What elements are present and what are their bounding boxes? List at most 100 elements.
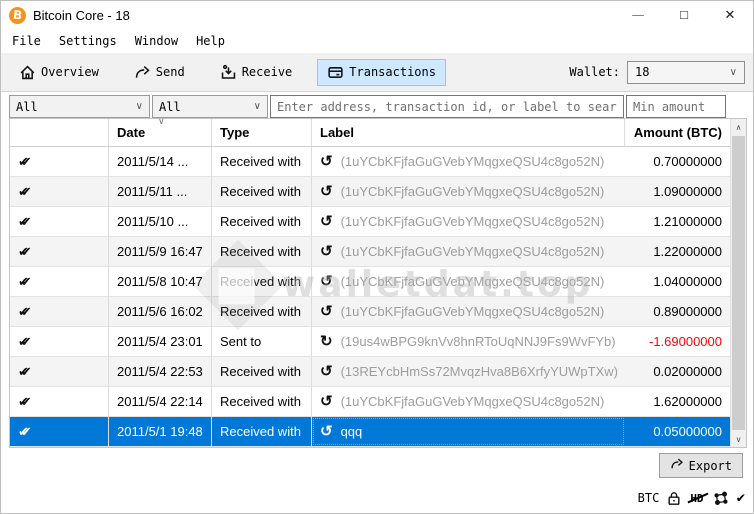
tx-type: Received with (212, 387, 312, 416)
tx-type: Received with (212, 267, 312, 296)
table-row[interactable]: ✔✔ 2011/5/14 ... Received with ↺(1uYCbKF… (10, 147, 730, 177)
wallet-selector[interactable]: 18 ∨ (627, 61, 745, 84)
tx-label: qqq (341, 424, 363, 439)
menu-window[interactable]: Window (126, 31, 187, 51)
tx-date: 2011/5/1 19:48 (109, 417, 212, 446)
tx-type: Received with (212, 297, 312, 326)
column-header-type[interactable]: Type (212, 119, 312, 146)
wallet-selected-value: 18 (635, 65, 649, 79)
tx-type: Received with (212, 177, 312, 206)
table-row[interactable]: ✔✔ 2011/5/8 10:47 Received with ↺ (1uYCbK… (10, 267, 730, 297)
column-header-label[interactable]: Label (312, 119, 625, 146)
type-filter-dropdown[interactable]: All ∨ (152, 95, 268, 118)
tab-receive-label: Receive (242, 65, 293, 79)
table-row[interactable]: ✔✔ 2011/5/11 ... Received with ↺(1uYCbKF… (10, 177, 730, 207)
table-row-selected[interactable]: ✔✔ 2011/5/1 19:48 Received with ↺qqq 0.0… (10, 417, 730, 447)
network-connections-icon[interactable] (713, 491, 729, 506)
scroll-up-icon[interactable]: ∧ (731, 119, 746, 135)
min-amount-input[interactable] (626, 95, 726, 118)
export-arrow-icon (670, 457, 684, 474)
tab-overview[interactable]: Overview (9, 59, 109, 86)
menu-file[interactable]: File (3, 31, 50, 51)
tx-type: Received with (212, 147, 312, 176)
close-button[interactable]: ✕ (707, 1, 753, 29)
confirmed-icon: ✔✔ (18, 274, 38, 290)
search-input[interactable] (270, 95, 624, 118)
tx-label: (1uYCbKFjfaGuGVebYMqgxeQSU4c8go52N) (341, 154, 605, 169)
tx-label: (1uYCbKFjfaGuGVebYMqgxeQSU4c8go52N) (341, 214, 605, 229)
lock-icon[interactable] (667, 491, 681, 506)
scroll-down-icon[interactable]: ∨ (731, 431, 746, 447)
confirmed-icon: ✔✔ (18, 154, 38, 170)
tx-date: 2011/5/8 10:47 (109, 267, 212, 296)
confirmed-icon: ✔✔ (18, 184, 38, 200)
menu-help[interactable]: Help (187, 31, 234, 51)
status-bar: BTC HD ✔ (638, 490, 745, 506)
received-icon: ↺ (320, 214, 333, 229)
minimize-button[interactable]: — (615, 1, 661, 29)
table-row[interactable]: ✔✔ 2011/5/4 22:14 Received with ↺(1uYCbK… (10, 387, 730, 417)
table-row[interactable]: ✔✔ 2011/5/4 23:01 Sent to ↻(19us4wBPG9kn… (10, 327, 730, 357)
table-row[interactable]: ✔✔ 2011/5/6 16:02 Received with ↺(1uYCbK… (10, 297, 730, 327)
tx-type: Sent to (212, 327, 312, 356)
tab-transactions[interactable]: Transactions (317, 59, 446, 86)
type-filter-value: All (159, 100, 181, 114)
tab-receive[interactable]: Receive (210, 59, 303, 86)
received-icon: ↺ (320, 244, 333, 259)
toolbar: Overview Send Receive T (1, 53, 753, 92)
tx-amount: 1.04000000 (653, 274, 722, 289)
sort-indicator-icon: ∨ (158, 117, 165, 127)
window-title: Bitcoin Core - 18 (33, 8, 130, 23)
date-filter-value: All (16, 100, 38, 114)
tx-amount: 1.62000000 (653, 394, 722, 409)
tab-overview-label: Overview (41, 65, 99, 79)
tx-date: 2011/5/11 ... (109, 177, 212, 206)
title-bar: B Bitcoin Core - 18 — □ ✕ (1, 1, 753, 29)
send-arrow-icon (134, 64, 151, 81)
hd-disabled-icon[interactable]: HD (689, 492, 704, 505)
menu-bar: File Settings Window Help (1, 29, 753, 53)
confirmed-icon: ✔✔ (18, 334, 38, 350)
tab-transactions-label: Transactions (349, 65, 436, 79)
tx-date: 2011/5/9 16:47 (109, 237, 212, 266)
tx-date: 2011/5/10 ... (109, 207, 212, 236)
tx-amount: 1.22000000 (653, 244, 722, 259)
table-row[interactable]: ✔✔ 2011/5/4 22:53 Received with ↺(13REYc… (10, 357, 730, 387)
confirmed-icon: ✔✔ (18, 214, 38, 230)
tx-date: 2011/5/4 22:53 (109, 357, 212, 386)
tx-amount: 0.02000000 (653, 364, 722, 379)
tab-send[interactable]: Send (124, 59, 195, 86)
transactions-table: Date Type Label Amount (BTC) ∨ ✔✔ 2011/5… (9, 118, 747, 448)
menu-settings[interactable]: Settings (50, 31, 126, 51)
scrollbar-thumb[interactable] (732, 136, 745, 430)
tx-label: (13REYcbHmSs72MvqzHva8B6XrfyYUWpTXw) (341, 364, 618, 379)
export-button[interactable]: Export (659, 453, 743, 478)
table-row[interactable]: ✔✔ 2011/5/9 16:47 Received with ↺(1uYCbK… (10, 237, 730, 267)
table-body: ✔✔ 2011/5/14 ... Received with ↺ (1uYCbKF… (10, 147, 746, 447)
table-header-row: Date Type Label Amount (BTC) ∨ (10, 119, 746, 147)
tx-amount: 0.70000000 (653, 154, 722, 169)
maximize-button[interactable]: □ (661, 1, 707, 29)
received-icon: ↺ (320, 274, 333, 289)
tx-date: 2011/5/4 23:01 (109, 327, 212, 356)
unit-display[interactable]: BTC (638, 491, 660, 505)
tx-amount: 0.05000000 (653, 424, 722, 439)
vertical-scrollbar[interactable]: ∧ ∨ (730, 119, 746, 447)
tx-type: Received with (212, 417, 312, 446)
tx-date: 2011/5/14 ... (109, 147, 212, 176)
table-row[interactable]: ✔✔ 2011/5/10 ... Received with ↺(1uYCbKF… (10, 207, 730, 237)
sync-check-icon[interactable]: ✔ (737, 490, 745, 506)
tx-date: 2011/5/6 16:02 (109, 297, 212, 326)
bitcoin-logo-icon: B (8, 5, 27, 24)
tx-label: (1uYCbKFjfaGuGVebYMqgxeQSU4c8go52N) (341, 274, 605, 289)
tx-label: (1uYCbKFjfaGuGVebYMqgxeQSU4c8go52N) (341, 244, 605, 259)
bitcoin-core-window: B Bitcoin Core - 18 — □ ✕ File Settings … (0, 0, 754, 514)
received-icon: ↺ (320, 364, 333, 379)
received-icon: ↺ (320, 304, 333, 319)
column-header-status[interactable] (10, 119, 109, 146)
confirmed-icon: ✔✔ (18, 364, 38, 380)
transactions-card-icon (327, 64, 344, 81)
date-filter-dropdown[interactable]: All ∨ (9, 95, 150, 118)
chevron-down-icon: ∨ (136, 101, 143, 112)
column-header-amount[interactable]: Amount (BTC) (625, 119, 730, 146)
